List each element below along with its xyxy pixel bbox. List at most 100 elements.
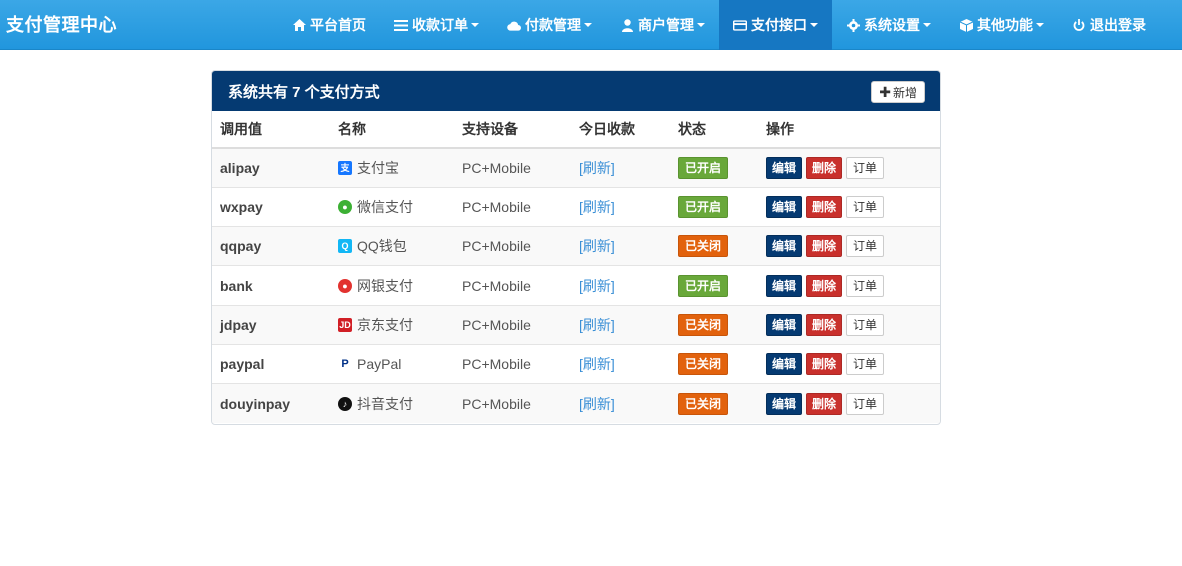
header-today: 今日收款 <box>571 111 670 149</box>
cell-name: 支支付宝 <box>330 147 454 188</box>
header-status: 状态 <box>670 111 758 149</box>
cell-code: bank <box>212 265 330 306</box>
nav-item-3[interactable]: 付款管理 <box>493 0 606 50</box>
status-badge[interactable]: 已开启 <box>678 195 729 218</box>
orders-button[interactable]: 订单 <box>846 195 885 218</box>
orders-button[interactable]: 订单 <box>846 235 885 258</box>
payment-name: PayPal <box>357 356 402 373</box>
cell-actions: 编辑 删除 订单 <box>758 343 940 384</box>
payment-name: 京东支付 <box>357 316 413 333</box>
gear-icon <box>846 18 860 32</box>
cell-code: paypal <box>212 343 330 384</box>
nav-item-2[interactable]: 收款订单 <box>380 0 493 50</box>
header-name: 名称 <box>330 111 454 149</box>
nav-item-8[interactable]: 退出登录 <box>1058 0 1160 50</box>
caret-down-icon <box>584 23 592 27</box>
cell-name: ● 网银支付 <box>330 265 454 306</box>
table-row: wxpay ● 微信支付 PC+Mobile [刷新] 已开启 编辑 删除 订单 <box>212 186 940 227</box>
caret-down-icon <box>471 23 479 27</box>
cell-code: alipay <box>212 147 330 188</box>
orders-button[interactable]: 订单 <box>846 274 885 297</box>
edit-button[interactable]: 编辑 <box>766 392 803 415</box>
main-nav: 平台首页 收款订单 付款管理 商户管理 支付接口 系统设置 其他功能 退出登录 <box>278 0 1160 50</box>
status-badge[interactable]: 已关闭 <box>678 235 729 258</box>
refresh-link[interactable]: [刷新] <box>579 199 615 215</box>
panel-title: 系统共有 7 个支付方式 <box>228 83 380 101</box>
jd-icon: JD <box>338 317 352 332</box>
header-device: 支持设备 <box>454 111 571 149</box>
payment-name: 网银支付 <box>357 277 413 294</box>
nav-item-4[interactable]: 商户管理 <box>606 0 719 50</box>
orders-button[interactable]: 订单 <box>846 392 885 415</box>
cell-actions: 编辑 删除 订单 <box>758 265 940 306</box>
status-badge[interactable]: 已开启 <box>678 156 729 179</box>
cell-device: PC+Mobile <box>454 343 571 384</box>
delete-button[interactable]: 删除 <box>806 353 843 376</box>
refresh-link[interactable]: [刷新] <box>579 317 615 333</box>
refresh-link[interactable]: [刷新] <box>579 356 615 372</box>
panel-heading: 系统共有 7 个支付方式 ✚ 新增 <box>212 71 940 111</box>
nav-item-label: 系统设置 <box>864 17 920 33</box>
cell-actions: 编辑 删除 订单 <box>758 186 940 227</box>
edit-button[interactable]: 编辑 <box>766 353 803 376</box>
edit-button[interactable]: 编辑 <box>766 313 803 336</box>
cell-actions: 编辑 删除 订单 <box>758 226 940 266</box>
wechat-pay-icon: ● <box>338 199 352 214</box>
paypal-icon: P <box>338 357 352 372</box>
cell-actions: 编辑 删除 订单 <box>758 383 940 424</box>
status-badge[interactable]: 已关闭 <box>678 353 729 376</box>
cell-status: 已开启 <box>670 265 758 306</box>
edit-button[interactable]: 编辑 <box>766 235 803 258</box>
nav-item-label: 退出登录 <box>1090 17 1146 33</box>
cube-icon <box>959 18 973 32</box>
edit-button[interactable]: 编辑 <box>766 156 803 179</box>
payment-methods-table: 调用值 名称 支持设备 今日收款 状态 操作 alipay 支支付宝 PC+Mobi… <box>212 111 940 424</box>
nav-item-1[interactable]: 平台首页 <box>278 0 380 50</box>
delete-button[interactable]: 删除 <box>806 313 843 336</box>
table-row: bank ● 网银支付 PC+Mobile [刷新] 已开启 编辑 删除 订单 <box>212 265 940 306</box>
unionpay-icon: ● <box>338 278 352 293</box>
payment-name: 支付宝 <box>357 159 399 176</box>
orders-button[interactable]: 订单 <box>846 156 885 179</box>
orders-button[interactable]: 订单 <box>846 313 885 336</box>
status-badge[interactable]: 已关闭 <box>678 313 729 336</box>
delete-button[interactable]: 删除 <box>806 235 843 258</box>
caret-down-icon <box>1036 23 1044 27</box>
table-row: paypal P PayPal PC+Mobile [刷新] 已关闭 编辑 删除 订单 <box>212 343 940 384</box>
delete-button[interactable]: 删除 <box>806 156 843 179</box>
cell-device: PC+Mobile <box>454 265 571 306</box>
cell-today: [刷新] <box>571 186 670 227</box>
cell-name: ● 微信支付 <box>330 186 454 227</box>
cell-name: ♪ 抖音支付 <box>330 383 454 424</box>
cell-today: [刷新] <box>571 147 670 188</box>
cell-name: Q QQ钱包 <box>330 226 454 266</box>
cell-today: [刷新] <box>571 343 670 384</box>
refresh-link[interactable]: [刷新] <box>579 396 615 412</box>
home-icon <box>292 18 306 32</box>
status-badge[interactable]: 已关闭 <box>678 392 729 415</box>
edit-button[interactable]: 编辑 <box>766 195 803 218</box>
table-row: qqpay Q QQ钱包 PC+Mobile [刷新] 已关闭 编辑 删除 订单 <box>212 226 940 266</box>
cell-status: 已关闭 <box>670 226 758 266</box>
nav-item-5[interactable]: 支付接口 <box>719 0 832 50</box>
nav-item-6[interactable]: 系统设置 <box>832 0 945 50</box>
nav-item-7[interactable]: 其他功能 <box>945 0 1058 50</box>
brand-title[interactable]: 支付管理中心 <box>6 0 117 50</box>
edit-button[interactable]: 编辑 <box>766 274 803 297</box>
header-code: 调用值 <box>212 111 330 149</box>
qq-wallet-icon: Q <box>338 239 352 254</box>
delete-button[interactable]: 删除 <box>806 274 843 297</box>
header-actions: 操作 <box>758 111 940 149</box>
delete-button[interactable]: 删除 <box>806 392 843 415</box>
cell-code: douyinpay <box>212 383 330 424</box>
status-badge[interactable]: 已开启 <box>678 274 729 297</box>
add-payment-button[interactable]: ✚ 新增 <box>871 81 925 103</box>
cell-device: PC+Mobile <box>454 383 571 424</box>
delete-button[interactable]: 删除 <box>806 195 843 218</box>
cell-actions: 编辑 删除 订单 <box>758 147 940 188</box>
refresh-link[interactable]: [刷新] <box>579 238 615 254</box>
refresh-link[interactable]: [刷新] <box>579 160 615 176</box>
orders-button[interactable]: 订单 <box>846 353 885 376</box>
nav-item-label: 支付接口 <box>751 17 807 33</box>
refresh-link[interactable]: [刷新] <box>579 278 615 294</box>
